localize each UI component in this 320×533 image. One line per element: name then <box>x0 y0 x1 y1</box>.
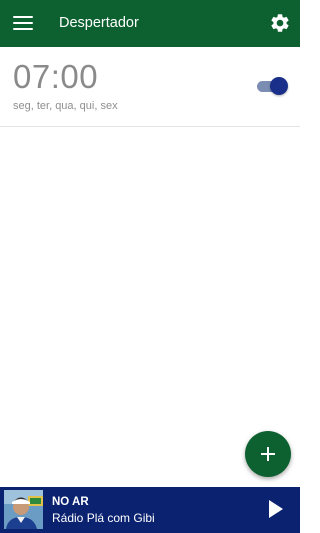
menu-icon[interactable] <box>13 14 33 32</box>
alarm-time: 07:00 <box>13 58 99 95</box>
gear-icon[interactable] <box>269 12 291 34</box>
program-name: Rádio Plá com Gibi <box>52 511 155 525</box>
add-alarm-button[interactable] <box>245 431 291 477</box>
radio-player-bar[interactable]: NO AR Rádio Plá com Gibi <box>0 487 300 533</box>
toggle-thumb <box>270 77 288 95</box>
alarm-days: seg, ter, qua, qui, sex <box>13 100 118 112</box>
program-thumbnail <box>4 490 43 529</box>
page-title: Despertador <box>59 15 139 31</box>
alarm-list-item[interactable]: 07:00 seg, ter, qua, qui, sex <box>0 47 300 127</box>
plus-icon <box>261 447 275 461</box>
alarm-screen: Despertador 07:00 seg, ter, qua, qui, se… <box>0 0 300 533</box>
play-icon[interactable] <box>267 499 285 519</box>
on-air-label: NO AR <box>52 496 89 508</box>
alarm-toggle[interactable] <box>256 77 288 95</box>
app-bar: Despertador <box>0 0 300 47</box>
